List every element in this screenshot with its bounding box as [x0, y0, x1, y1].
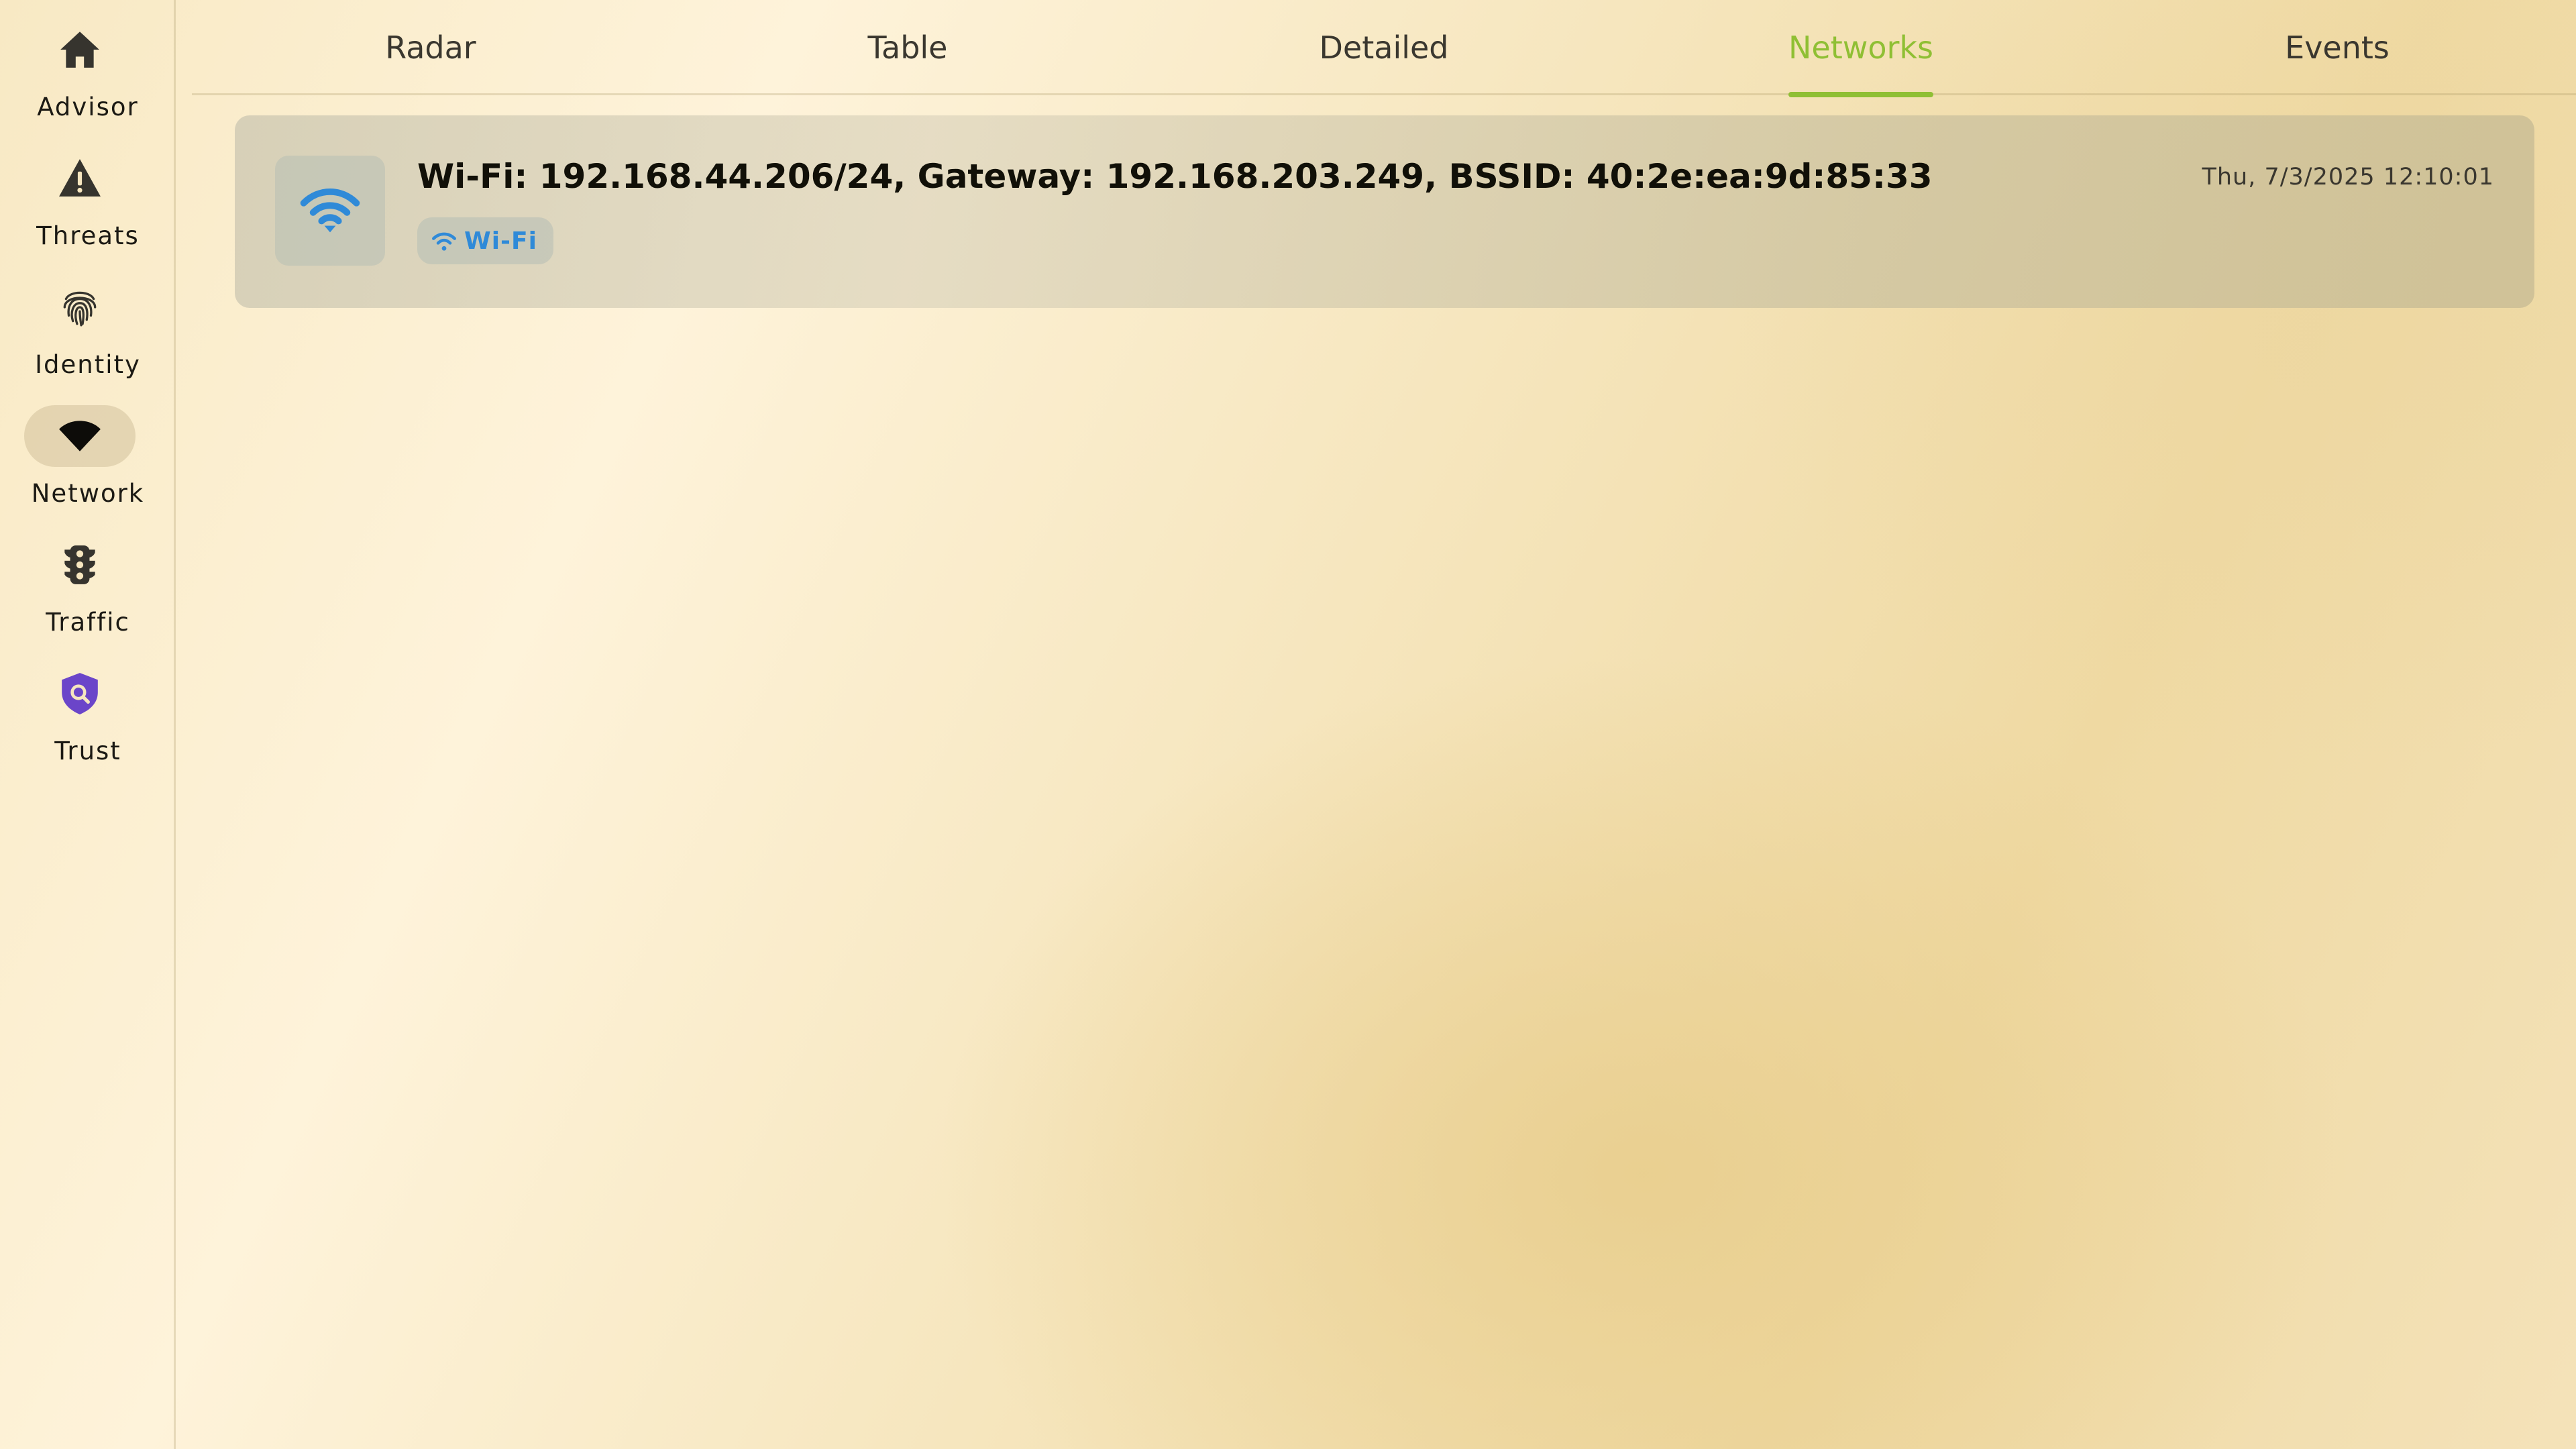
warning-triangle-icon-wrap [24, 148, 136, 209]
wifi-icon [59, 421, 101, 451]
shield-search-icon [62, 673, 98, 714]
sidebar-item-identity[interactable]: Identity [0, 271, 176, 389]
badge-label: Wi-Fi [464, 227, 537, 255]
home-icon [60, 32, 99, 68]
network-timestamp: Thu, 7/3/2025 12:10:01 [2202, 164, 2494, 191]
sidebar-item-network[interactable]: Network [0, 400, 176, 518]
tab-label: Networks [1788, 30, 1934, 66]
wifi-icon [432, 232, 456, 251]
sidebar-item-label: Network [31, 479, 145, 508]
sidebar-item-label: Identity [35, 350, 141, 379]
network-type-badge: Wi-Fi [417, 217, 553, 264]
traffic-light-icon [64, 545, 95, 584]
network-type-icon-box [275, 156, 385, 266]
network-card[interactable]: Wi-Fi: 192.168.44.206/24, Gateway: 192.1… [235, 115, 2534, 308]
active-tab-indicator [1788, 92, 1934, 97]
tab-table[interactable]: Table [868, 0, 948, 95]
tab-label: Radar [385, 30, 476, 66]
traffic-light-icon-wrap [24, 534, 136, 596]
sidebar: Advisor Threats Identity Network Traffic… [0, 0, 176, 1449]
network-title: Wi-Fi: 192.168.44.206/24, Gateway: 192.1… [417, 157, 1933, 196]
tab-events[interactable]: Events [2285, 0, 2390, 95]
shield-search-icon-wrap [24, 663, 136, 724]
tab-bar: Radar Table Detailed Networks Events [192, 0, 2576, 97]
tab-label: Table [867, 30, 948, 66]
sidebar-item-label: Threats [36, 221, 140, 250]
sidebar-item-label: Traffic [46, 608, 130, 637]
tab-label: Events [2285, 30, 2390, 66]
tab-radar[interactable]: Radar [385, 0, 476, 95]
sidebar-item-label: Advisor [37, 93, 139, 121]
sidebar-item-threats[interactable]: Threats [0, 142, 176, 260]
wifi-icon [300, 188, 360, 233]
tab-networks[interactable]: Networks [1788, 0, 1934, 97]
wifi-icon-wrap [24, 405, 136, 467]
home-icon-wrap [24, 19, 136, 80]
sidebar-item-label: Trust [54, 737, 121, 765]
tab-label: Detailed [1319, 30, 1449, 66]
warning-triangle-icon [59, 159, 101, 197]
fingerprint-icon [63, 291, 97, 327]
tab-detailed[interactable]: Detailed [1319, 0, 1448, 95]
sidebar-item-trust[interactable]: Trust [0, 657, 176, 775]
fingerprint-icon-wrap [24, 276, 136, 338]
sidebar-item-advisor[interactable]: Advisor [0, 13, 176, 131]
sidebar-item-traffic[interactable]: Traffic [0, 529, 176, 647]
